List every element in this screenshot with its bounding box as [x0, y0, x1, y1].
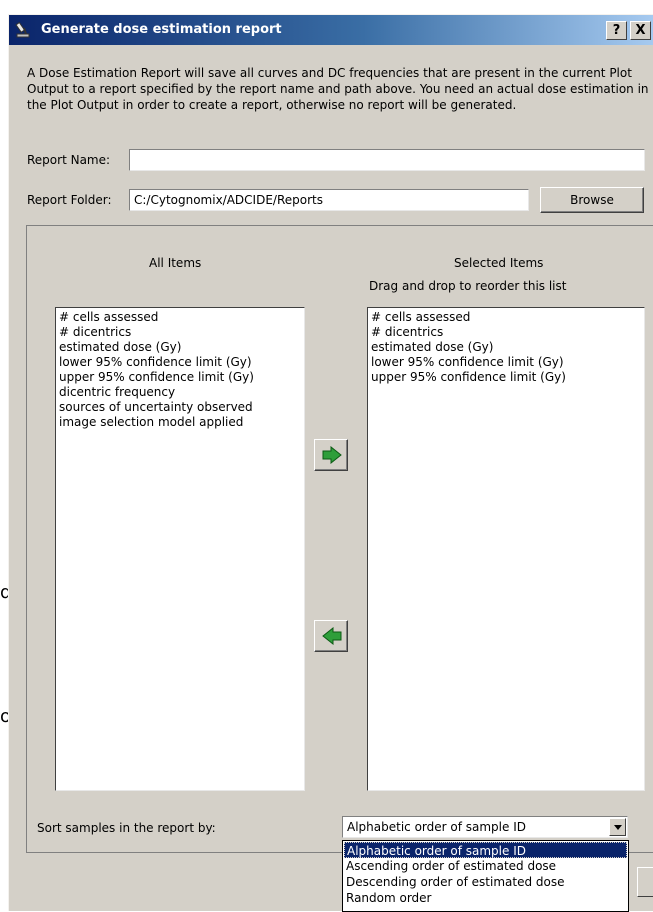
microscope-icon [15, 21, 30, 38]
sort-dropdown-list[interactable]: Alphabetic order of sample ID Ascending … [342, 840, 629, 912]
arrow-right-icon [322, 446, 342, 464]
all-items-list[interactable]: # cells assessed # dicentrics estimated … [55, 307, 305, 791]
list-item[interactable]: # cells assessed [59, 310, 301, 325]
dose-report-dialog: Generate dose estimation report ? X A Do… [8, 14, 653, 912]
chevron-down-icon[interactable] [609, 818, 626, 836]
all-items-header: All Items [149, 256, 202, 270]
description-text: A Dose Estimation Report will save all c… [27, 66, 649, 112]
list-item[interactable]: # dicentrics [59, 325, 301, 340]
window-title: Generate dose estimation report [41, 22, 282, 37]
sort-option[interactable]: Ascending order of estimated dose [344, 858, 627, 874]
arrow-left-icon [322, 627, 342, 645]
sort-label: Sort samples in the report by: [37, 821, 216, 835]
list-item[interactable]: dicentric frequency [59, 385, 301, 400]
help-button[interactable]: ? [606, 21, 627, 40]
partial-button[interactable] [637, 867, 653, 897]
report-folder-label: Report Folder: [27, 193, 112, 207]
browse-button[interactable]: Browse [540, 187, 644, 213]
list-item[interactable]: image selection model applied [59, 415, 301, 430]
close-button[interactable]: X [630, 21, 651, 40]
sort-option[interactable]: Random order [344, 890, 627, 906]
list-item[interactable]: upper 95% confidence limit (Gy) [371, 370, 641, 385]
list-item[interactable]: # dicentrics [371, 325, 641, 340]
list-item[interactable]: sources of uncertainty observed [59, 400, 301, 415]
sort-option[interactable]: Alphabetic order of sample ID [344, 842, 627, 858]
selected-items-list[interactable]: # cells assessed # dicentrics estimated … [367, 307, 645, 791]
list-item[interactable]: estimated dose (Gy) [59, 340, 301, 355]
list-item[interactable]: estimated dose (Gy) [371, 340, 641, 355]
list-item[interactable]: # cells assessed [371, 310, 641, 325]
list-item[interactable]: lower 95% confidence limit (Gy) [59, 355, 301, 370]
sort-select[interactable]: Alphabetic order of sample ID [342, 816, 628, 838]
report-folder-input[interactable] [129, 189, 529, 211]
sort-option[interactable]: Descending order of estimated dose [344, 874, 627, 890]
list-item[interactable]: upper 95% confidence limit (Gy) [59, 370, 301, 385]
remove-item-button[interactable] [314, 620, 348, 652]
add-item-button[interactable] [314, 439, 348, 471]
reorder-hint: Drag and drop to reorder this list [369, 279, 567, 293]
list-item[interactable]: lower 95% confidence limit (Gy) [371, 355, 641, 370]
report-name-input[interactable] [129, 149, 645, 171]
title-bar[interactable]: Generate dose estimation report ? X [9, 15, 653, 45]
sort-selected-value: Alphabetic order of sample ID [347, 820, 526, 834]
selected-items-header: Selected Items [454, 256, 544, 270]
report-name-label: Report Name: [27, 153, 111, 167]
